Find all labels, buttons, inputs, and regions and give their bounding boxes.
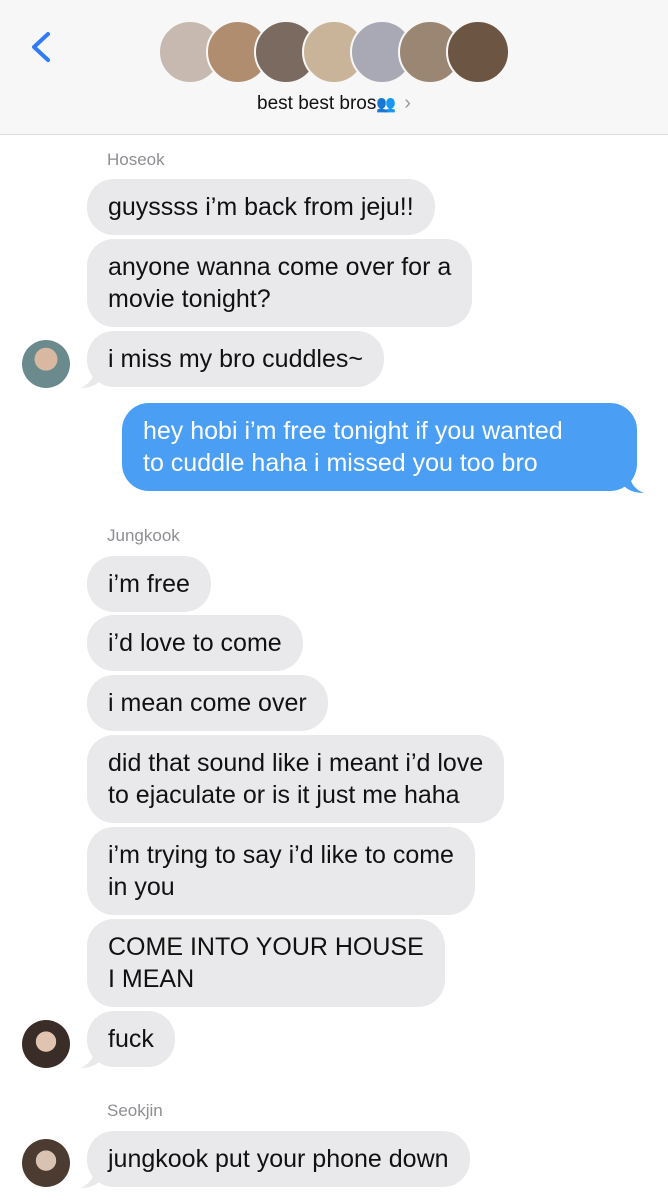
- sender-name: Hoseok: [107, 150, 165, 169]
- sender-name: Jungkook: [107, 526, 180, 545]
- participant-avatar: [446, 20, 510, 84]
- chat-header: best best bros👥 ›: [0, 0, 668, 135]
- bubble-tail: [80, 1049, 100, 1068]
- bubble-tail: [80, 1169, 100, 1188]
- sender-name: Seokjin: [107, 1101, 163, 1120]
- bubble-tail: [624, 474, 644, 493]
- group-people-icon: 👥: [376, 96, 397, 113]
- incoming-message[interactable]: i’m trying to say i’d like to come in yo…: [87, 827, 475, 915]
- incoming-message[interactable]: did that sound like i meant i’d love to …: [87, 735, 505, 823]
- incoming-message[interactable]: anyone wanna come over for a movie tonig…: [87, 239, 473, 327]
- incoming-message[interactable]: guyssss i’m back from jeju!!: [87, 179, 435, 235]
- incoming-message[interactable]: i miss my bro cuddles~: [87, 331, 384, 387]
- chevron-right-icon: ›: [404, 92, 411, 114]
- incoming-message[interactable]: i’d love to come: [87, 615, 303, 671]
- incoming-message[interactable]: i mean come over: [87, 675, 328, 731]
- sender-avatar[interactable]: [22, 340, 70, 388]
- incoming-message[interactable]: jungkook put your phone down: [87, 1131, 470, 1187]
- sender-avatar[interactable]: [22, 1020, 70, 1068]
- bubble-tail: [80, 369, 100, 388]
- incoming-message[interactable]: i’m free: [87, 556, 211, 612]
- group-name[interactable]: best best bros👥 ›: [0, 92, 668, 115]
- incoming-message[interactable]: COME INTO YOUR HOUSE I MEAN: [87, 919, 445, 1007]
- outgoing-message[interactable]: hey hobi i’m free tonight if you wanted …: [122, 403, 637, 491]
- incoming-message[interactable]: fuck: [87, 1011, 175, 1067]
- back-chevron-icon[interactable]: [26, 30, 60, 64]
- sender-avatar[interactable]: [22, 1139, 70, 1187]
- group-name-label: best best bros: [257, 93, 377, 114]
- group-avatars[interactable]: [158, 20, 510, 88]
